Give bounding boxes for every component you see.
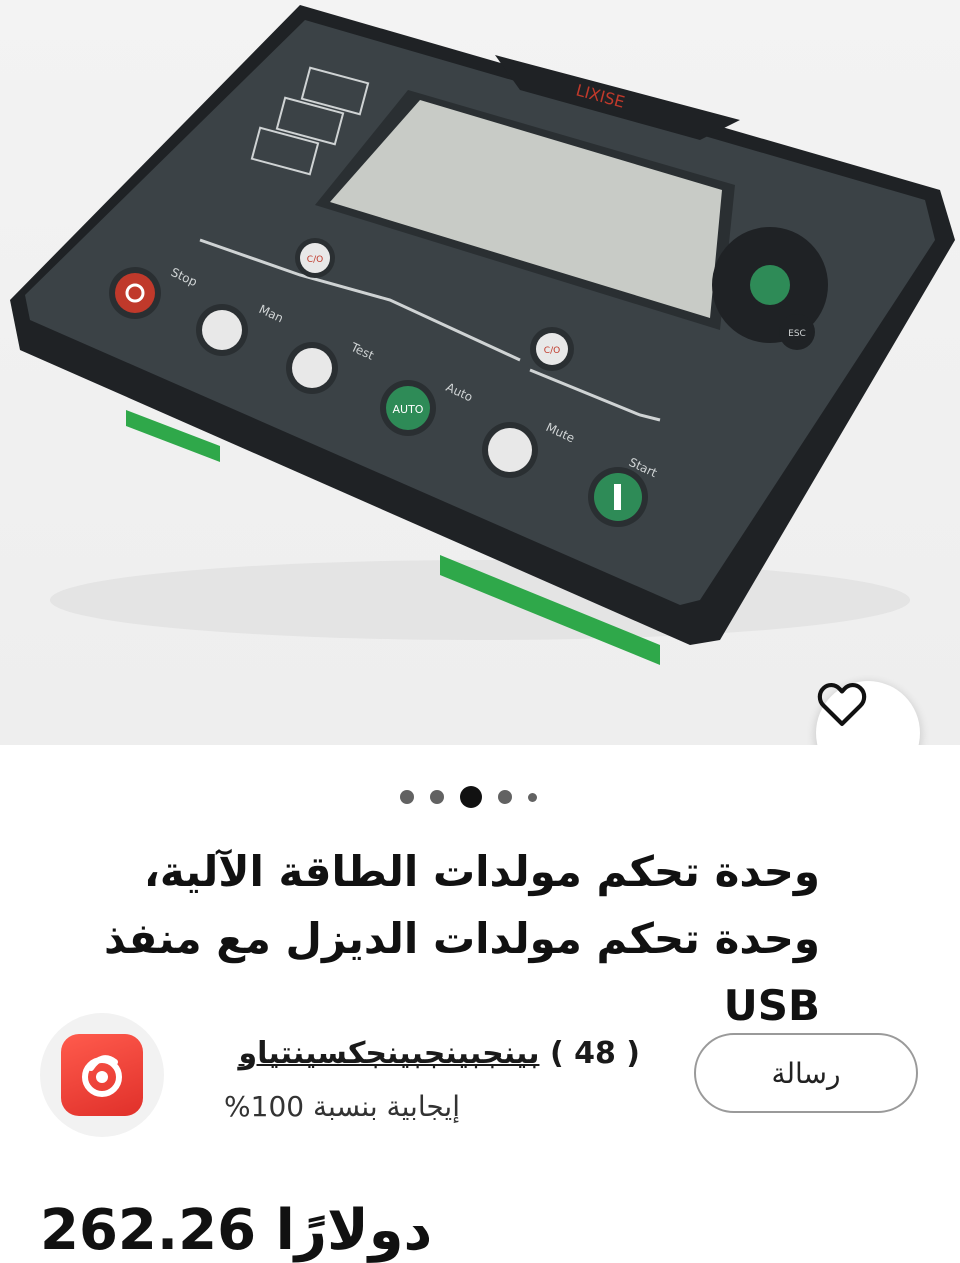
co-label-2: C/O bbox=[544, 346, 560, 356]
auto-key-label: AUTO bbox=[393, 403, 424, 416]
store-name[interactable]: بينجبينجبينجكسينتياو bbox=[239, 1036, 540, 1071]
gallery-dot-active[interactable] bbox=[460, 786, 482, 808]
review-count: ( 48 ) bbox=[549, 1036, 640, 1071]
store-name-line[interactable]: ( 48 ) بينجبينجبينجكسينتياو bbox=[190, 1036, 640, 1071]
store-logo-icon bbox=[82, 1055, 122, 1097]
store-logo-tile bbox=[61, 1034, 143, 1116]
product-image[interactable]: LIXISE AUTO ESC Stop Man Test Auto Mute bbox=[0, 0, 960, 745]
gallery-dot[interactable] bbox=[430, 790, 444, 804]
price: دولارًا 262.26 bbox=[40, 1198, 460, 1263]
product-title: وحدة تحكم مولدات الطاقة الآلية، وحدة تحك… bbox=[103, 847, 820, 1030]
gallery-dot[interactable] bbox=[498, 790, 512, 804]
message-button[interactable]: رسالة bbox=[694, 1033, 918, 1113]
co-label-1: C/O bbox=[307, 255, 323, 265]
gallery-dots bbox=[400, 786, 570, 808]
esc-label: ESC bbox=[788, 329, 806, 339]
store-logo[interactable] bbox=[40, 1013, 164, 1137]
gallery-dot[interactable] bbox=[400, 790, 414, 804]
price-currency: دولارًا bbox=[275, 1198, 433, 1263]
heart-icon bbox=[817, 682, 867, 726]
store-rating: إيجابية بنسبة 100% bbox=[224, 1090, 460, 1123]
controller-illustration: LIXISE AUTO ESC Stop Man Test Auto Mute bbox=[10, 5, 955, 665]
price-amount: 262.26 bbox=[40, 1198, 257, 1263]
gallery-dot[interactable] bbox=[528, 792, 537, 802]
